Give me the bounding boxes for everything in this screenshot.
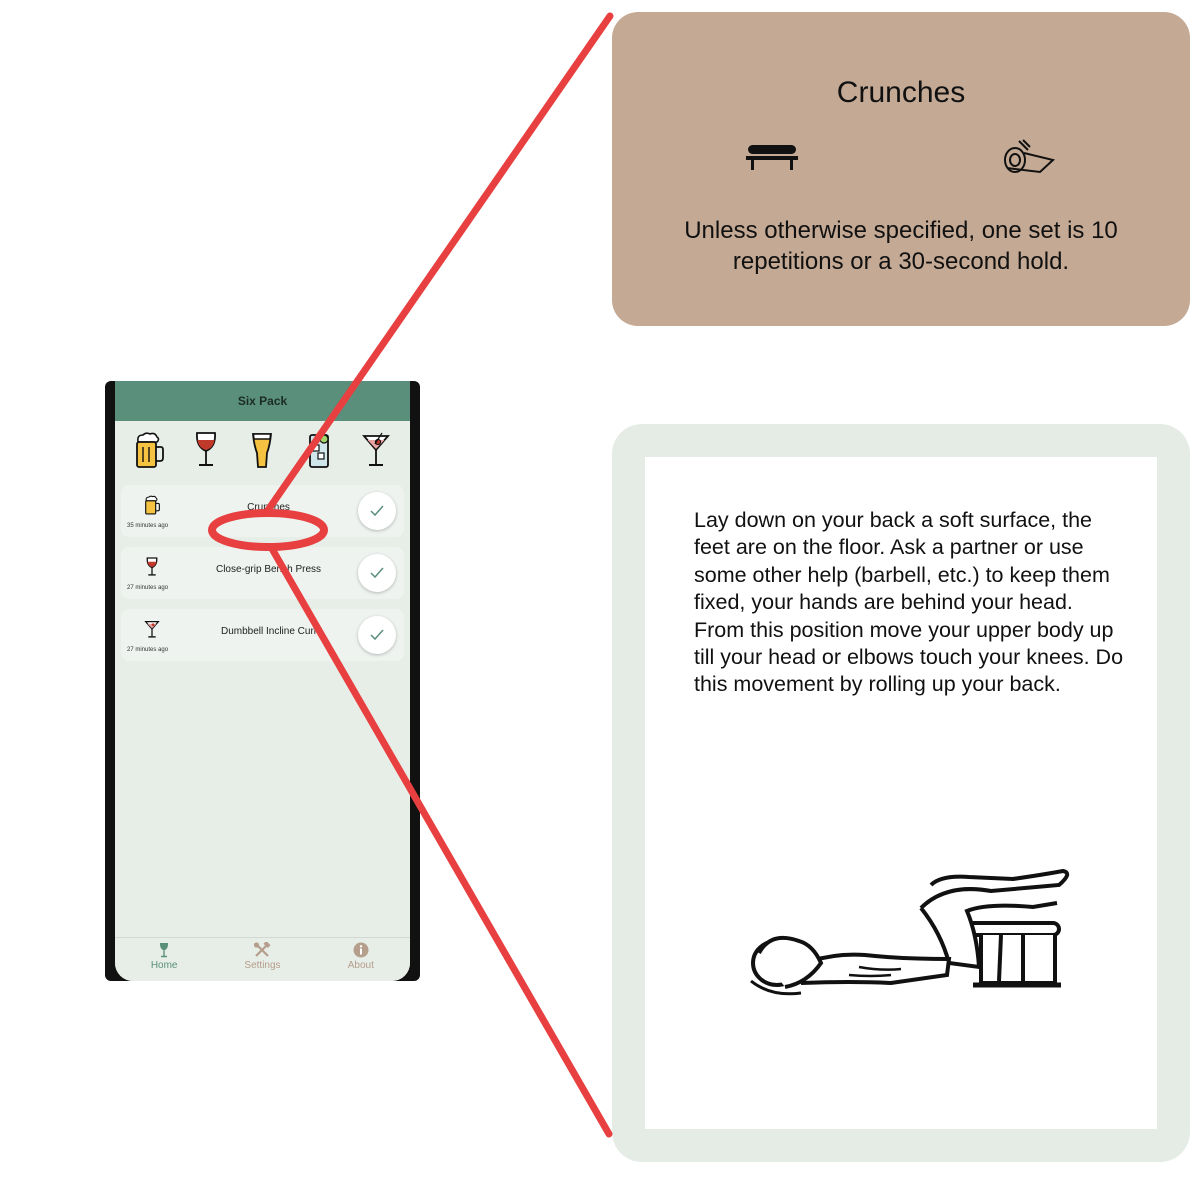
tab-home-label: Home	[150, 960, 178, 971]
workout-name: Dumbbell Incline Curl	[220, 626, 317, 637]
wine-glass-icon	[160, 943, 169, 958]
checkmark-icon	[370, 629, 384, 641]
tab-settings[interactable]: Settings	[213, 938, 311, 981]
workout-name: Close-grip Bench Press	[215, 564, 322, 575]
tab-bar: Home Settings About	[115, 937, 410, 981]
info-icon	[353, 942, 369, 958]
exercise-description: Lay down on your back a soft surface, th…	[694, 508, 1124, 697]
checkmark-icon	[370, 567, 384, 579]
beer-mug-icon	[141, 493, 163, 517]
martini-icon[interactable]	[359, 430, 393, 470]
tab-settings-label: Settings	[244, 960, 281, 971]
app-title: Six Pack	[237, 394, 288, 408]
red-wine-icon[interactable]	[189, 430, 223, 470]
bench-icon	[746, 145, 798, 170]
drink-selector	[115, 421, 410, 479]
wheat-beer-icon[interactable]	[245, 430, 279, 470]
crunch-exercise-drawing	[750, 868, 1070, 996]
cocktail-glass-icon[interactable]	[302, 430, 336, 470]
complete-button[interactable]	[358, 492, 396, 530]
workout-row[interactable]: 27 minutes ago Dumbbell Incline Curl	[121, 609, 404, 661]
workout-row[interactable]: 27 minutes ago Close-grip Bench Press	[121, 547, 404, 599]
beer-mug-icon[interactable]	[132, 430, 166, 470]
exercise-card: Crunches Unless otherwise specified, one…	[612, 12, 1190, 326]
red-wine-icon	[141, 555, 163, 579]
description-card: Lay down on your back a soft surface, th…	[612, 424, 1190, 1162]
description-panel: Lay down on your back a soft surface, th…	[645, 457, 1157, 1129]
exercise-name: Crunches	[836, 76, 966, 109]
workout-row[interactable]: 35 minutes ago Crunches	[121, 485, 404, 537]
tab-about[interactable]: About	[312, 938, 410, 981]
checkmark-icon	[370, 505, 384, 517]
workout-time: 27 minutes ago	[127, 585, 169, 591]
app-header: Six Pack	[115, 381, 410, 421]
phone-frame: Six Pack 35 minutes ago Crunches 27 minu…	[105, 381, 420, 981]
workout-time: 35 minutes ago	[127, 523, 169, 529]
martini-icon	[141, 617, 163, 641]
workout-name: Crunches	[247, 502, 290, 513]
complete-button[interactable]	[358, 554, 396, 592]
workout-list: 35 minutes ago Crunches 27 minutes ago C…	[115, 479, 410, 661]
set-note: Unless otherwise specified, one set is 1…	[684, 217, 1118, 275]
phone-screen: Six Pack 35 minutes ago Crunches 27 minu…	[115, 381, 410, 981]
tab-home[interactable]: Home	[115, 938, 213, 981]
complete-button[interactable]	[358, 616, 396, 654]
mat-icon	[1004, 139, 1056, 174]
workout-time: 27 minutes ago	[127, 647, 169, 653]
tools-icon	[254, 942, 272, 957]
tab-about-label: About	[347, 960, 374, 971]
